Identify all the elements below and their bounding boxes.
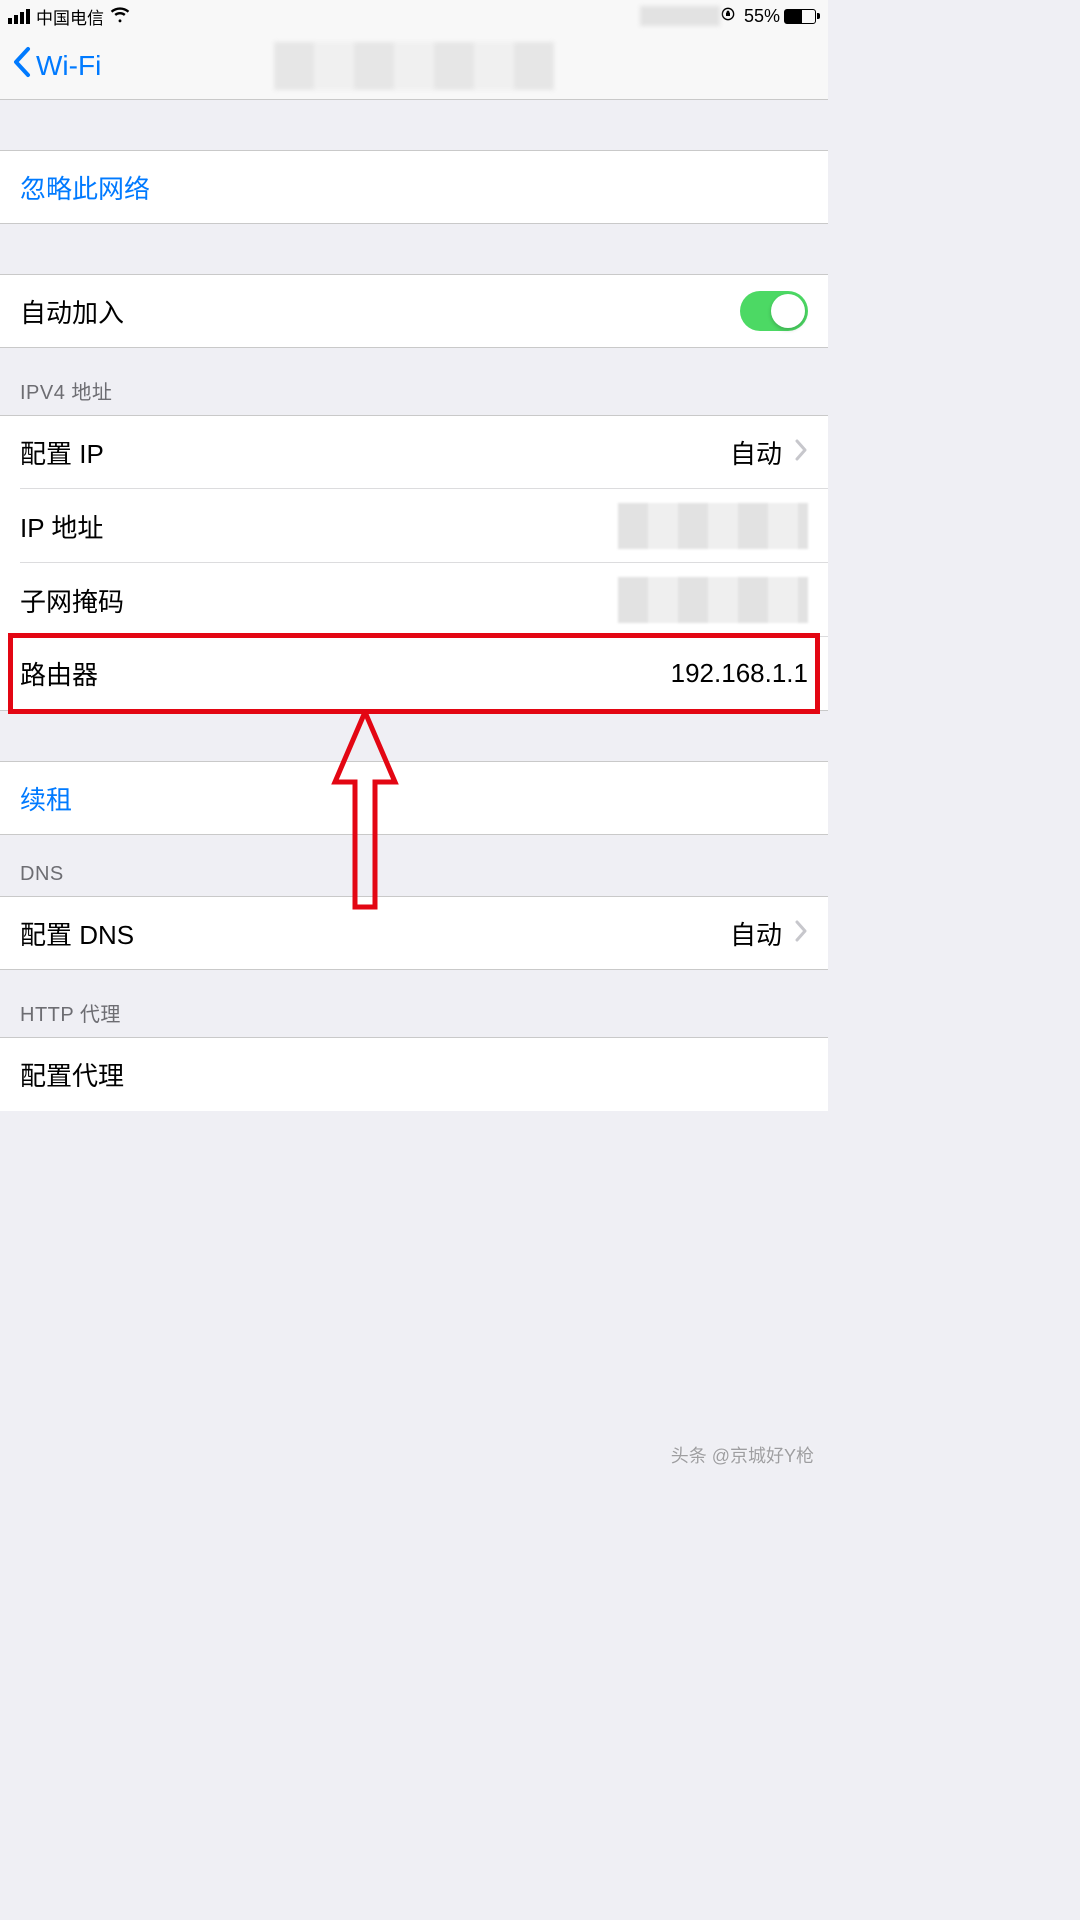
router-row: 路由器 192.168.1.1 <box>0 637 828 711</box>
time-redacted <box>640 6 720 26</box>
ip-address-redacted <box>618 503 808 549</box>
watermark: 头条 @京城好Y枪 <box>671 1442 814 1468</box>
battery-percent: 55% <box>744 6 780 27</box>
renew-lease-label: 续租 <box>20 780 808 817</box>
battery-icon <box>784 9 820 24</box>
subnet-mask-row: 子网掩码 <box>0 563 828 637</box>
configure-proxy-label: 配置代理 <box>20 1056 808 1093</box>
ipv4-section-header: IPV4 地址 <box>0 348 828 415</box>
dns-section-header: DNS <box>0 835 828 896</box>
back-label: Wi-Fi <box>36 50 101 82</box>
configure-dns-row[interactable]: 配置 DNS 自动 <box>0 896 828 970</box>
auto-join-toggle[interactable] <box>740 291 808 331</box>
configure-dns-value: 自动 <box>730 915 782 952</box>
chevron-right-icon <box>794 918 808 949</box>
carrier-label: 中国电信 <box>36 4 104 29</box>
router-value: 192.168.1.1 <box>671 658 808 689</box>
orientation-lock-icon <box>720 6 736 27</box>
configure-ip-value: 自动 <box>730 434 782 471</box>
wifi-icon <box>110 4 130 29</box>
renew-lease-button[interactable]: 续租 <box>0 761 828 835</box>
navigation-bar: Wi-Fi <box>0 32 828 100</box>
back-button[interactable]: Wi-Fi <box>10 45 101 86</box>
configure-dns-label: 配置 DNS <box>20 915 730 952</box>
router-label: 路由器 <box>20 655 671 692</box>
signal-strength-icon <box>8 9 30 24</box>
http-proxy-section-header: HTTP 代理 <box>0 970 828 1037</box>
configure-ip-label: 配置 IP <box>20 434 730 471</box>
chevron-right-icon <box>794 437 808 468</box>
subnet-mask-label: 子网掩码 <box>20 582 618 619</box>
forget-network-button[interactable]: 忽略此网络 <box>0 150 828 224</box>
configure-ip-row[interactable]: 配置 IP 自动 <box>0 415 828 489</box>
ip-address-row: IP 地址 <box>0 489 828 563</box>
auto-join-row: 自动加入 <box>0 274 828 348</box>
ip-address-label: IP 地址 <box>20 508 618 545</box>
configure-proxy-row[interactable]: 配置代理 <box>0 1037 828 1111</box>
status-bar: 中国电信 55% <box>0 0 828 32</box>
chevron-left-icon <box>10 45 34 86</box>
auto-join-label: 自动加入 <box>20 293 740 330</box>
subnet-mask-redacted <box>618 577 808 623</box>
forget-network-label: 忽略此网络 <box>20 169 808 206</box>
page-title-redacted <box>274 42 554 90</box>
